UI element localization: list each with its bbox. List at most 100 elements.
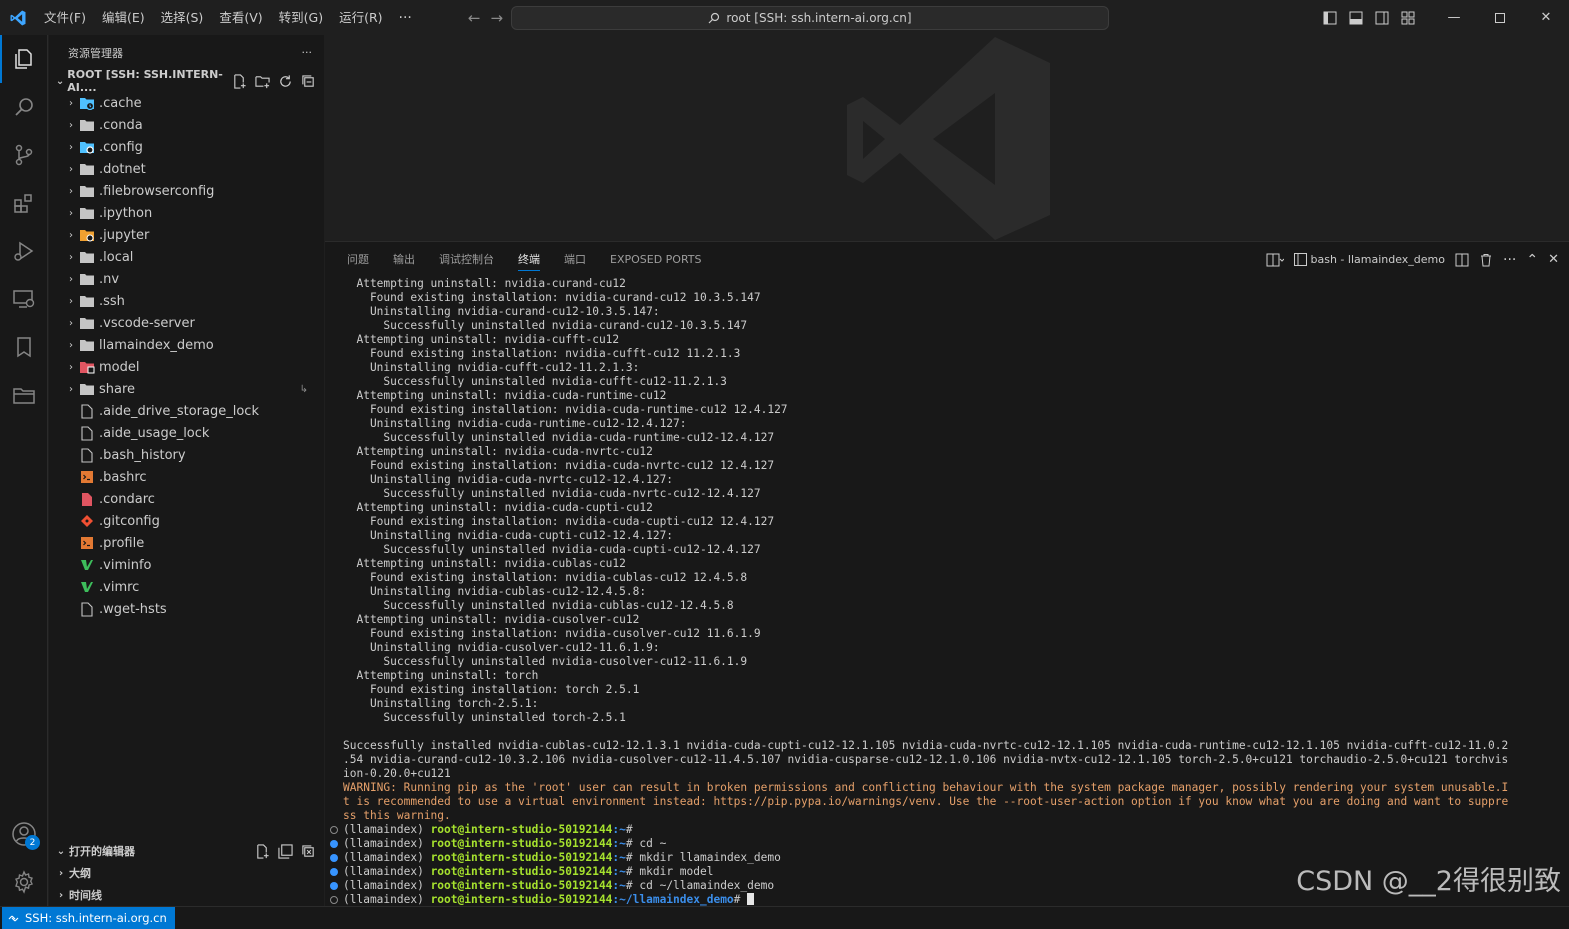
tree-file[interactable]: ›.bash_history [49,444,324,466]
close-all-editors-icon[interactable] [301,844,316,859]
tree-item-label: .bash_history [99,447,186,463]
menu-item[interactable]: 选择(S) [153,0,212,35]
folder-icon [79,337,95,353]
panel-tab[interactable]: 问题 [335,242,381,277]
menu-item[interactable]: 编辑(E) [94,0,153,35]
split-terminal-icon[interactable] [1455,253,1469,267]
new-file-icon[interactable] [232,73,247,89]
explorer-more-button[interactable]: ··· [302,46,313,59]
tree-folder[interactable]: › .jupyter [49,224,324,246]
root-folder-header[interactable]: ⌄ ROOT [SSH: SSH.INTERN-AI.... [49,68,324,94]
tree-folder[interactable]: › .vscode-server [49,312,324,334]
tree-file[interactable]: ›.bashrc [49,466,324,488]
new-untitled-file-icon[interactable] [255,843,270,859]
timeline-header[interactable]: › 时间线 [49,884,324,906]
collapse-all-icon[interactable] [301,74,316,89]
toggle-secondary-sidebar-icon[interactable] [1369,0,1395,35]
back-arrow-icon[interactable]: ← [468,9,481,27]
tree-folder[interactable]: › .ipython [49,202,324,224]
trash-icon[interactable] [1479,253,1493,267]
terminal-line: Found existing installation: nvidia-cuda… [343,459,775,472]
tree-folder[interactable]: › llamaindex_demo [49,334,324,356]
bottom-panel: 问题 输出 调试控制台 终端 端口 EXPOSED PORTS bash - llamai… [325,241,1569,906]
search-icon[interactable] [0,83,48,131]
command-decoration-icon[interactable] [330,868,338,876]
prompt-cmd: # [625,823,640,836]
menu-more-button[interactable]: ··· [391,10,420,26]
maximize-panel-icon[interactable]: ⌃ [1526,252,1538,268]
terminal-line: Attempting uninstall: nvidia-cublas-cu12 [343,557,626,570]
menu-item[interactable]: 查看(V) [211,0,270,35]
menu-item[interactable]: 文件(F) [36,0,94,35]
tree-folder[interactable]: › .filebrowserconfig [49,180,324,202]
tree-file[interactable]: ›.gitconfig [49,510,324,532]
tree-file[interactable]: ›.profile [49,532,324,554]
tree-file[interactable]: ›.condarc [49,488,324,510]
chevron-right-icon: › [69,251,73,263]
project-manager-icon[interactable] [0,371,48,419]
tree-folder[interactable]: › model [49,356,324,378]
command-center-search[interactable]: root [SSH: ssh.intern-ai.org.cn] [511,6,1109,30]
chevron-right-icon: › [58,867,64,879]
panel-tab[interactable]: EXPOSED PORTS [598,242,714,277]
tree-item-label: .gitconfig [99,513,160,529]
tree-folder[interactable]: › .nv [49,268,324,290]
close-panel-icon[interactable]: ✕ [1548,252,1559,267]
settings-gear-icon[interactable] [0,858,48,906]
forward-arrow-icon[interactable]: → [490,9,503,27]
bookmark-icon[interactable] [0,323,48,371]
tree-folder[interactable]: › share ↳ [49,378,324,400]
remote-indicator[interactable]: SSH: ssh.intern-ai.org.cn [2,907,175,929]
tree-item-label: .viminfo [99,557,152,573]
tree-file[interactable]: ›.aide_usage_lock [49,422,324,444]
tree-file[interactable]: ›.wget-hsts [49,598,324,620]
tree-file[interactable]: ›.aide_drive_storage_lock [49,400,324,422]
terminal-warning-line: WARNING: Running pip as the 'root' user … [343,781,1509,794]
panel-tab[interactable]: 调试控制台 [427,242,506,277]
command-decoration-icon[interactable] [330,882,338,890]
tree-folder[interactable]: › .local [49,246,324,268]
tree-folder[interactable]: › .ssh [49,290,324,312]
terminal-instance-label[interactable]: bash - llamaindex_demo [1311,253,1446,266]
prompt-path: :~ [612,823,626,836]
maximize-button[interactable] [1477,0,1523,35]
terminal-line: Attempting uninstall: nvidia-cuda-runtim… [343,389,667,402]
accounts-icon[interactable]: 2 [0,810,48,858]
panel-tab[interactable]: 端口 [552,242,598,277]
explorer-icon[interactable] [0,35,48,83]
remote-explorer-icon[interactable] [0,275,48,323]
menu-item[interactable]: 运行(R) [331,0,390,35]
navigation-arrows: ← → [468,9,503,27]
prompt-user: root@intern-studio-50192144 [430,893,613,906]
tree-file[interactable]: ›.vimrc [49,576,324,598]
extensions-icon[interactable] [0,179,48,227]
new-folder-icon[interactable] [255,74,270,89]
toggle-panel-icon[interactable] [1343,0,1369,35]
menu-item[interactable]: 转到(G) [271,0,331,35]
save-all-icon[interactable] [278,843,293,859]
minimize-button[interactable]: — [1431,0,1477,35]
command-decoration-icon[interactable] [330,840,338,848]
source-control-icon[interactable] [0,131,48,179]
tree-folder[interactable]: › .conda [49,114,324,136]
terminal-output[interactable]: Attempting uninstall: nvidia-curand-cu12… [325,277,1569,907]
close-window-button[interactable]: ✕ [1523,0,1569,35]
tree-folder[interactable]: › .config [49,136,324,158]
panel-tab[interactable]: 输出 [381,242,427,277]
tree-folder[interactable]: › .dotnet [49,158,324,180]
toggle-primary-sidebar-icon[interactable] [1317,0,1343,35]
command-decoration-icon[interactable] [330,854,338,862]
tree-folder[interactable]: › .cache [49,92,324,114]
panel-tab[interactable]: 终端 [506,242,552,277]
open-editors-header[interactable]: ⌄ 打开的编辑器 [49,840,324,862]
refresh-icon[interactable] [278,74,293,89]
command-decoration-icon[interactable] [330,826,338,834]
panel-more-icon[interactable]: ··· [1503,252,1516,268]
customize-layout-icon[interactable] [1395,0,1421,35]
jupyter-folder-icon [79,227,95,243]
command-decoration-icon[interactable] [330,896,338,904]
split-layout-icon[interactable] [1266,253,1284,267]
tree-file[interactable]: ›.viminfo [49,554,324,576]
outline-header[interactable]: › 大纲 [49,862,324,884]
run-debug-icon[interactable] [0,227,48,275]
